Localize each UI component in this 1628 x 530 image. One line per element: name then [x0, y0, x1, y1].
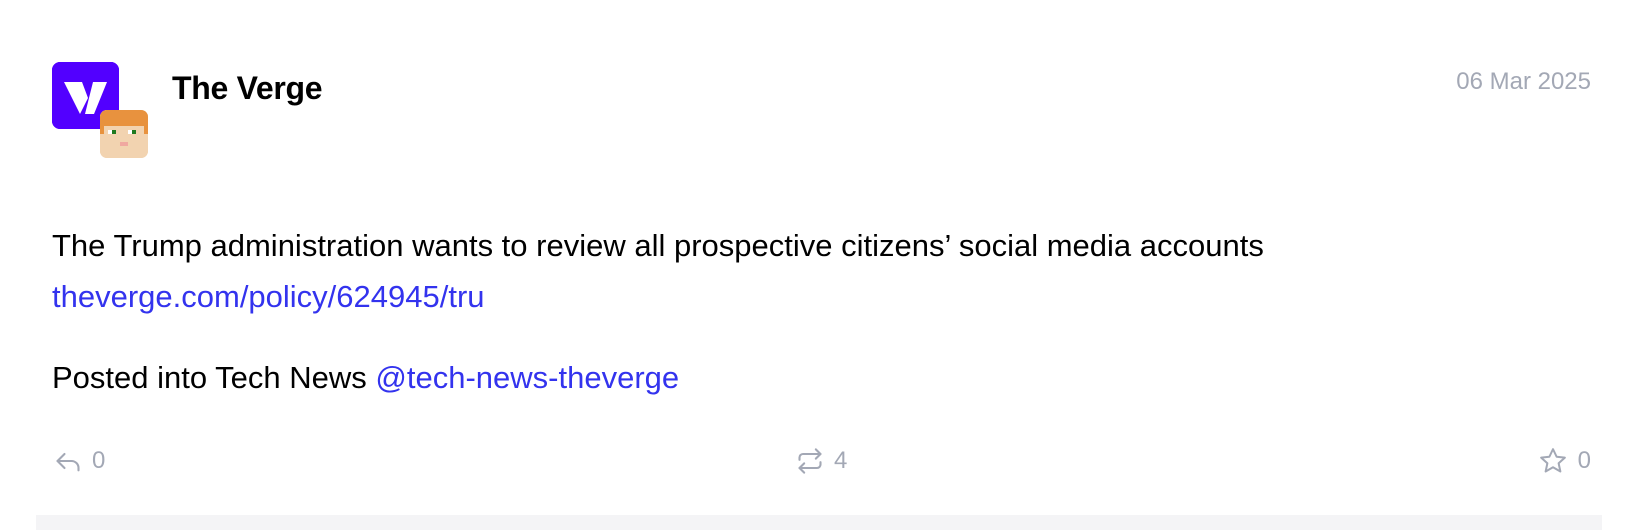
repost-button[interactable]: 4 — [796, 444, 847, 478]
post-card: The Verge 06 Mar 2025 The Trump administ… — [0, 0, 1628, 530]
repost-count: 4 — [834, 447, 848, 474]
favorite-button[interactable]: 0 — [1538, 444, 1591, 478]
posted-into-line: Posted into Tech News @tech-news-theverg… — [52, 360, 679, 396]
group-mention-link[interactable]: @tech-news-theverge — [375, 360, 679, 395]
star-icon — [1538, 446, 1568, 476]
post-date: 06 Mar 2025 — [1456, 68, 1591, 95]
reply-icon — [54, 447, 82, 475]
post-text: The Trump administration wants to review… — [52, 228, 1264, 263]
post-link[interactable]: theverge.com/policy/624945/tru — [52, 279, 485, 315]
author-name[interactable]: The Verge — [172, 70, 323, 107]
posted-into-label: Posted into Tech News — [52, 360, 367, 395]
reply-button[interactable]: 0 — [54, 444, 105, 478]
avatar-group[interactable] — [52, 62, 150, 160]
repost-icon — [796, 447, 824, 475]
pixel-face-avatar-icon — [100, 110, 148, 158]
reply-count: 0 — [92, 447, 106, 474]
star-count: 0 — [1577, 447, 1591, 474]
post-separator — [36, 515, 1602, 530]
